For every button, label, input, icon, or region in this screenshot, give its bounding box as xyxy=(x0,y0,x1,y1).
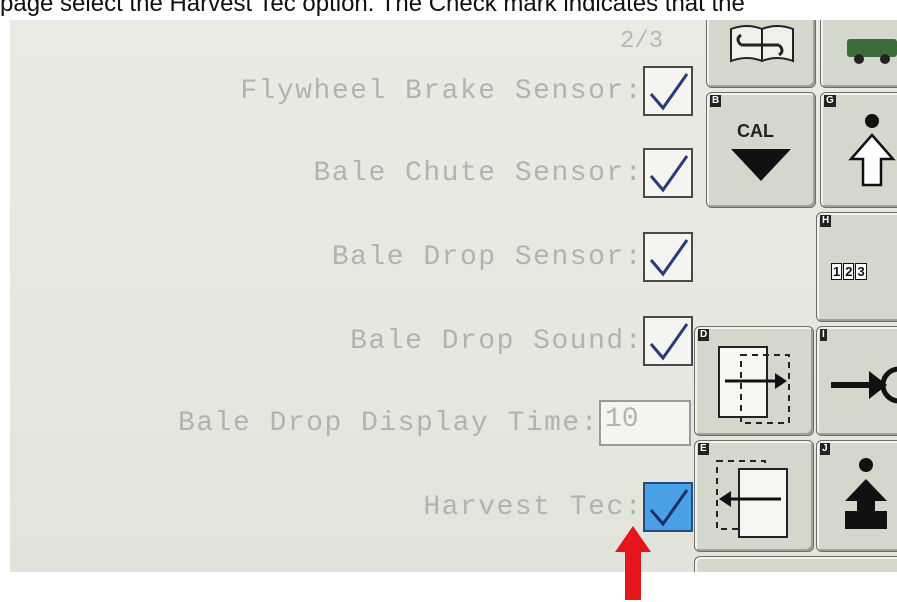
baler-button[interactable] xyxy=(820,20,897,88)
setting-label: Bale Drop Sound: xyxy=(350,325,643,357)
key-d: D xyxy=(698,329,710,341)
checkmark-icon xyxy=(649,239,689,277)
harvest-tec-checkbox[interactable] xyxy=(643,482,693,532)
key-i: I xyxy=(820,329,827,341)
move-right-button[interactable]: D xyxy=(694,326,814,436)
display-time-input[interactable]: 10 xyxy=(599,400,691,446)
arrow-right-button[interactable]: I xyxy=(816,326,897,436)
bale-chute-sensor-checkbox[interactable] xyxy=(643,148,693,198)
setting-flywheel-brake-sensor: Flywheel Brake Sensor: xyxy=(240,66,693,116)
setting-label: Bale Chute Sensor: xyxy=(313,157,643,189)
setting-bale-chute-sensor: Bale Chute Sensor: xyxy=(314,148,693,198)
bale-drop-sound-checkbox[interactable] xyxy=(643,316,693,366)
setting-label: Harvest Tec: xyxy=(423,491,643,523)
bottom-softkey-row[interactable] xyxy=(694,556,897,572)
checkmark-icon xyxy=(649,73,689,111)
checkmark-icon xyxy=(649,323,689,361)
arrow-right-icon xyxy=(831,366,897,404)
setting-label: Flywheel Brake Sensor: xyxy=(240,75,643,107)
key-g: G xyxy=(824,95,836,107)
checkmark-icon xyxy=(649,155,689,193)
setting-label: Bale Drop Sensor: xyxy=(331,241,643,273)
key-h: H xyxy=(820,215,832,227)
up-arrow-icon xyxy=(848,114,896,187)
setting-bale-drop-sensor: Bale Drop Sensor: xyxy=(332,232,693,282)
key-e: E xyxy=(698,443,709,455)
up-arrow-filled-icon xyxy=(845,458,887,529)
instruction-caption: page select the Harvest Tec option. The … xyxy=(0,0,745,17)
numeric-keypad-icon: 123 xyxy=(831,263,867,280)
move-left-icon xyxy=(716,460,788,538)
setting-bale-drop-sound: Bale Drop Sound: xyxy=(350,316,693,366)
bale-drop-sensor-checkbox[interactable] xyxy=(643,232,693,282)
up-arrow-filled-button[interactable]: J xyxy=(816,440,897,552)
move-right-icon xyxy=(718,346,790,424)
red-pointer-arrow-icon xyxy=(615,526,651,600)
checkmark-icon xyxy=(649,489,689,527)
page-indicator: 2/3 xyxy=(620,28,664,55)
flywheel-brake-sensor-checkbox[interactable] xyxy=(643,66,693,116)
numeric-keypad-button[interactable]: H 123 xyxy=(816,212,897,322)
settings-screen: 2/3 Flywheel Brake Sensor: Bale Chute Se… xyxy=(10,20,897,572)
setting-label: Bale Drop Display Time: xyxy=(178,407,599,439)
key-b: B xyxy=(710,95,722,107)
setting-bale-drop-display-time: Bale Drop Display Time: 10 xyxy=(178,400,691,446)
baler-icon xyxy=(847,39,897,64)
setting-harvest-tec: Harvest Tec: xyxy=(423,482,693,532)
move-left-button[interactable]: E xyxy=(694,440,814,552)
cal-down-arrow-icon xyxy=(731,149,791,181)
cal-button[interactable]: B CAL xyxy=(706,92,816,208)
up-arrow-button[interactable]: G xyxy=(820,92,897,208)
manual-wrench-icon xyxy=(730,25,794,63)
cal-label: CAL xyxy=(737,121,774,141)
key-j: J xyxy=(820,443,830,455)
manual-button[interactable] xyxy=(706,20,816,88)
